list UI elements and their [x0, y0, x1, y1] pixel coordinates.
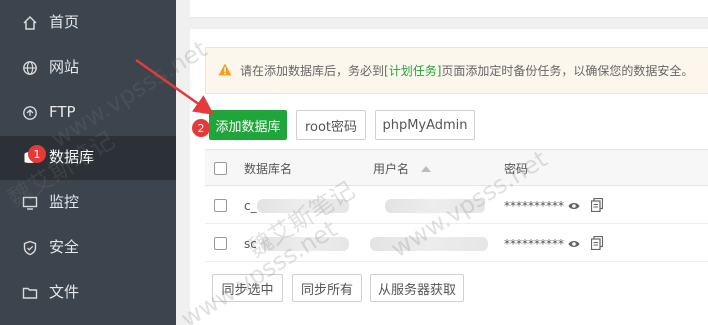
- warning-icon: [218, 63, 232, 79]
- sort-asc-icon[interactable]: [421, 166, 431, 172]
- notice-text-after: 页面添加定时备份任务，以确保您的数据安全。: [441, 64, 694, 78]
- select-all-checkbox[interactable]: [214, 162, 227, 175]
- sidebar-item-files[interactable]: 文件: [0, 271, 176, 315]
- row-checkbox[interactable]: [214, 237, 227, 250]
- root-password-button[interactable]: root密码: [296, 110, 366, 140]
- sidebar-item-label: 安全: [49, 238, 80, 256]
- backup-notice: 请在添加数据库后，务必到 [计划任务] 页面添加定时备份任务，以确保您的数据安全…: [205, 47, 708, 94]
- sidebar-item-monitor[interactable]: 监控: [0, 181, 176, 225]
- step-badge-2: 2: [192, 119, 210, 137]
- redacted-db-name: [257, 199, 349, 213]
- monitor-icon: [22, 195, 38, 211]
- copy-password-icon[interactable]: [590, 197, 604, 216]
- db-name: sc: [244, 237, 257, 251]
- add-database-button[interactable]: 添加数据库: [209, 110, 287, 140]
- row-checkbox[interactable]: [214, 199, 227, 212]
- show-password-eye-icon[interactable]: [568, 238, 580, 253]
- sidebar-item-ftp[interactable]: FTP: [0, 91, 176, 135]
- db-name: c_: [244, 199, 257, 213]
- sidebar-item-label: 文件: [49, 283, 80, 301]
- sidebar-item-home[interactable]: 首页: [0, 1, 176, 45]
- shield-icon: [22, 240, 38, 256]
- redacted-db-name: [261, 237, 349, 251]
- home-icon: [22, 15, 38, 31]
- fetch-from-server-button[interactable]: 从服务器获取: [370, 274, 464, 302]
- sidebar-item-label: 数据库: [49, 148, 95, 166]
- sidebar-item-security[interactable]: 安全: [0, 226, 176, 270]
- folder-icon: [22, 285, 38, 301]
- content-gutter: [176, 0, 190, 325]
- ftp-icon: [22, 105, 38, 121]
- table-row: c_ **********: [205, 187, 708, 224]
- sidebar-item-label: FTP: [49, 103, 76, 121]
- column-header-user[interactable]: 用户名: [373, 161, 409, 177]
- redacted-username: [385, 199, 485, 213]
- notice-text-before: 请在添加数据库后，务必到: [240, 64, 385, 78]
- column-header-password: 密码: [504, 162, 529, 176]
- cron-task-link[interactable]: [计划任务]: [384, 62, 441, 79]
- column-header-name[interactable]: 数据库名: [244, 161, 292, 177]
- sidebar-item-label: 网站: [49, 58, 80, 76]
- sync-selected-button[interactable]: 同步选中: [212, 274, 283, 302]
- copy-password-icon[interactable]: [590, 235, 604, 254]
- table-header: 数据库名 用户名 密码: [205, 149, 708, 186]
- password-mask: **********: [504, 199, 564, 213]
- show-password-eye-icon[interactable]: [568, 200, 580, 215]
- phpmyadmin-button[interactable]: phpMyAdmin: [375, 110, 475, 140]
- sidebar-item-database[interactable]: 数据库: [0, 136, 176, 180]
- sidebar-item-label: 监控: [49, 193, 80, 211]
- sync-all-button[interactable]: 同步所有: [292, 274, 362, 302]
- step-badge-1: 1: [28, 145, 46, 163]
- globe-icon: [22, 60, 38, 76]
- password-mask: **********: [504, 237, 564, 251]
- sidebar: 首页 网站 FTP 数据库 监控 安全 文件: [0, 0, 176, 325]
- redacted-username: [370, 237, 488, 251]
- table-row: sc **********: [205, 225, 708, 262]
- sidebar-item-label: 首页: [49, 13, 80, 31]
- top-card: [190, 0, 708, 18]
- sidebar-item-website[interactable]: 网站: [0, 46, 176, 90]
